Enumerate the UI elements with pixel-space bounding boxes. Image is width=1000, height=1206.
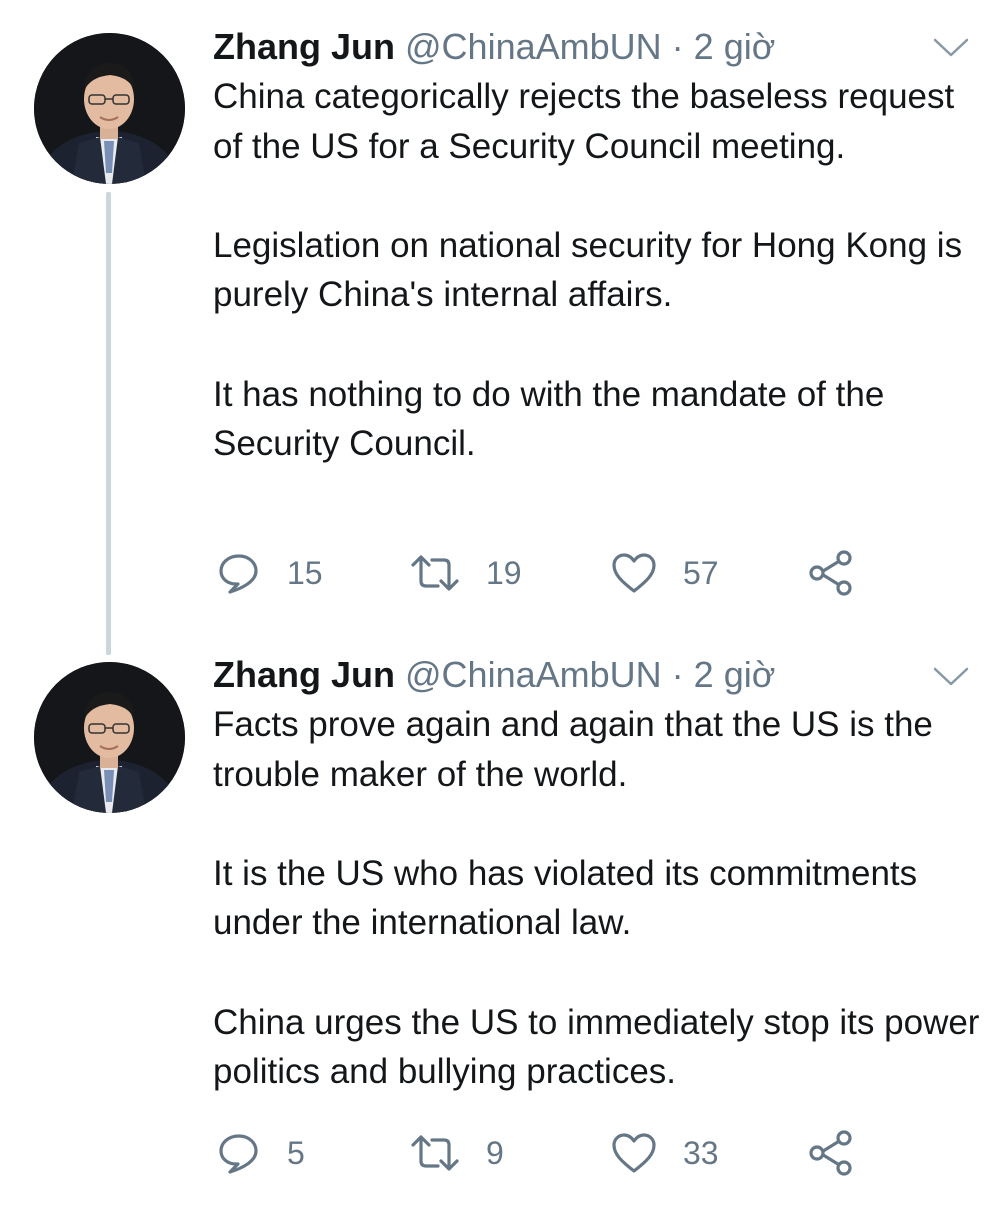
tweet-paragraph: It has nothing to do with the mandate of… — [213, 374, 885, 464]
retweet-icon — [411, 555, 459, 591]
tweet-paragraph: Facts prove again and again that the US … — [213, 705, 933, 794]
tweet-header: Zhang Jun @ChinaAmbUN · 2 giờ — [213, 22, 983, 72]
avatar-portrait-icon — [34, 33, 185, 184]
timestamp[interactable]: 2 giờ — [694, 654, 776, 695]
tweet-header: Zhang Jun @ChinaAmbUN · 2 giờ — [213, 650, 983, 700]
timestamp[interactable]: 2 giờ — [694, 26, 776, 67]
author-handle[interactable]: @ChinaAmbUN — [405, 654, 662, 695]
share-icon — [809, 550, 852, 596]
thread-connector-line — [106, 192, 111, 655]
like-button[interactable]: 33 — [611, 1128, 719, 1178]
tweet-menu-button[interactable] — [933, 666, 969, 688]
chevron-down-icon — [933, 38, 969, 57]
reply-button[interactable]: 5 — [217, 1128, 305, 1178]
retweet-count: 9 — [486, 1135, 504, 1171]
tweet-actions: 5 9 33 — [213, 1128, 913, 1178]
tweet-content: Zhang Jun @ChinaAmbUN · 2 giờ Facts prov… — [213, 650, 983, 1097]
like-count: 57 — [683, 555, 719, 591]
tweet-paragraph: Legislation on national security for Hon… — [213, 225, 963, 315]
heart-icon — [612, 553, 656, 593]
tweet-paragraph: China categorically rejects the baseless… — [213, 77, 955, 166]
tweet[interactable]: Zhang Jun @ChinaAmbUN · 2 giờ China cate… — [0, 0, 1000, 655]
share-button[interactable] — [807, 1128, 855, 1178]
like-count: 33 — [683, 1135, 719, 1171]
avatar[interactable] — [34, 662, 185, 813]
retweet-button[interactable]: 9 — [410, 1128, 504, 1178]
author-name[interactable]: Zhang Jun — [213, 654, 395, 695]
avatar-portrait-icon — [34, 662, 185, 813]
retweet-count: 19 — [486, 555, 522, 591]
heart-icon — [612, 1133, 656, 1173]
header-separator: · — [671, 654, 684, 695]
tweet-paragraph: It is the US who has violated its commit… — [213, 853, 918, 943]
tweet-paragraph: China urges the US to immediately stop i… — [213, 1002, 980, 1092]
tweet-text: China categorically rejects the baseless… — [213, 72, 983, 469]
reply-icon — [219, 554, 258, 594]
tweet-menu-button[interactable] — [933, 37, 969, 59]
tweet-text: Facts prove again and again that the US … — [213, 700, 983, 1097]
tweet-actions: 15 19 57 — [213, 548, 913, 598]
reply-button[interactable]: 15 — [217, 548, 323, 598]
like-button[interactable]: 57 — [611, 548, 719, 598]
author-handle[interactable]: @ChinaAmbUN — [405, 26, 662, 67]
chevron-down-icon — [933, 667, 969, 686]
retweet-button[interactable]: 19 — [410, 548, 522, 598]
retweet-icon — [411, 1135, 459, 1171]
reply-icon — [219, 1134, 258, 1174]
author-name[interactable]: Zhang Jun — [213, 26, 395, 67]
avatar[interactable] — [34, 33, 185, 184]
tweet-content: Zhang Jun @ChinaAmbUN · 2 giờ China cate… — [213, 22, 983, 469]
share-icon — [809, 1130, 852, 1176]
reply-count: 15 — [287, 555, 323, 591]
share-button[interactable] — [807, 548, 855, 598]
header-separator: · — [671, 26, 684, 67]
reply-count: 5 — [287, 1135, 305, 1171]
